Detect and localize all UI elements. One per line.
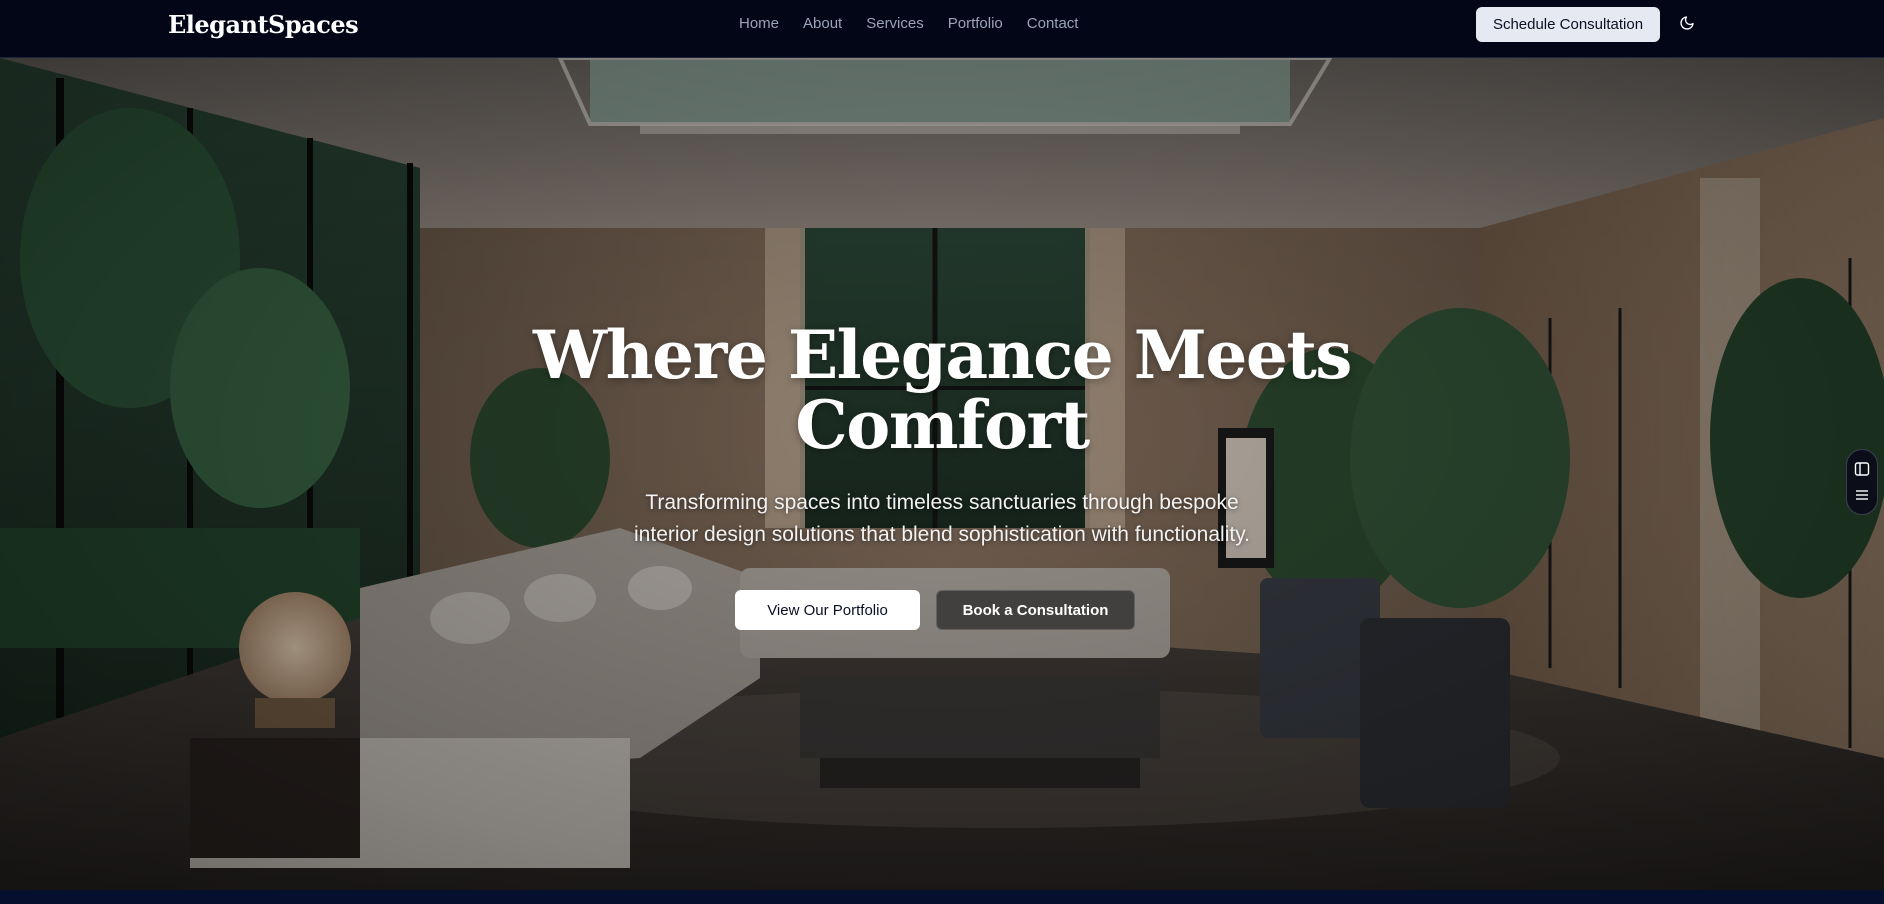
page: ElegantSpaces Home About Services Portfo… (0, 0, 1884, 904)
nav-link-services[interactable]: Services (866, 14, 924, 34)
brand-logo[interactable]: ElegantSpaces (168, 10, 359, 39)
hero-subtitle-line2: interior design solutions that blend sop… (634, 523, 1250, 546)
moon-icon (1680, 16, 1694, 30)
hero-subtitle: Transforming spaces into timeless sanctu… (592, 487, 1292, 551)
hero-title-line2: Comfort (795, 386, 1090, 464)
sidebar-panel-icon (1854, 462, 1870, 476)
nav-link-home[interactable]: Home (739, 14, 779, 34)
schedule-consultation-button[interactable]: Schedule Consultation (1476, 7, 1660, 42)
side-dock (1846, 449, 1878, 515)
hero-title-line1: Where Elegance Meets (533, 316, 1352, 394)
nav-link-contact[interactable]: Contact (1027, 14, 1079, 34)
menu-lines-button[interactable] (1853, 486, 1871, 504)
top-navbar: ElegantSpaces Home About Services Portfo… (0, 0, 1884, 58)
view-portfolio-button[interactable]: View Our Portfolio (735, 590, 920, 630)
menu-lines-icon (1856, 490, 1868, 500)
nav-link-about[interactable]: About (803, 14, 842, 34)
hero-title: Where Elegance Meets Comfort (442, 320, 1442, 460)
book-consultation-button[interactable]: Book a Consultation (936, 590, 1135, 630)
nav-links: Home About Services Portfolio Contact (739, 14, 1078, 34)
theme-toggle-button[interactable] (1676, 12, 1698, 34)
nav-link-portfolio[interactable]: Portfolio (948, 14, 1003, 34)
sidebar-panel-button[interactable] (1853, 460, 1871, 478)
hero-overlay (0, 58, 1884, 890)
hero-section (0, 58, 1884, 890)
next-section-edge (0, 890, 1884, 904)
hero-subtitle-line1: Transforming spaces into timeless sanctu… (645, 491, 1239, 514)
